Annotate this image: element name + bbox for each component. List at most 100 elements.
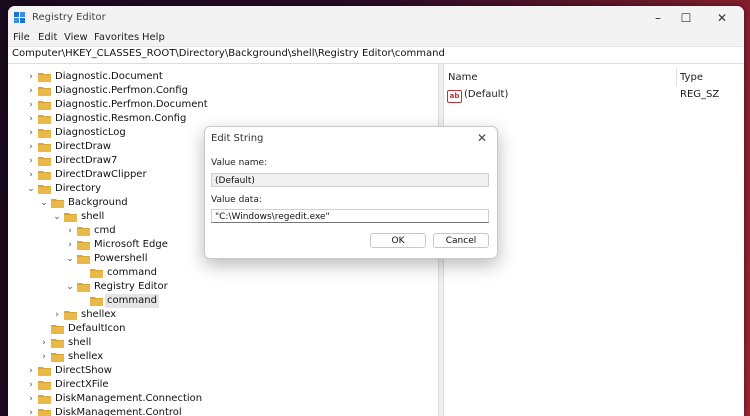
tree-item-label: DirectDraw7 [55, 155, 118, 166]
chevron-right-icon[interactable]: › [65, 224, 75, 238]
folder-icon [64, 311, 77, 320]
chevron-right-icon[interactable]: › [39, 336, 49, 350]
tree-item-label: Directory [55, 183, 102, 194]
folder-icon [38, 395, 51, 404]
chevron-right-icon[interactable]: › [26, 406, 36, 416]
tree-item[interactable]: DefaultIcon [8, 322, 438, 336]
tree-item[interactable]: › shellex [8, 350, 438, 364]
tree-item-label: shell [81, 211, 105, 222]
menu-edit[interactable]: Edit [38, 32, 57, 43]
folder-icon [51, 339, 64, 348]
chevron-right-icon[interactable]: › [26, 364, 36, 378]
folder-icon [38, 157, 51, 166]
chevron-down-icon[interactable]: ⌄ [52, 210, 62, 224]
value-type: REG_SZ [680, 89, 720, 100]
value-name: (Default) [464, 89, 509, 100]
title-bar[interactable]: Registry Editor – ☐ ✕ [8, 6, 744, 30]
string-value-icon: ab [447, 90, 462, 103]
folder-icon [38, 171, 51, 180]
tree-item-label: Background [68, 197, 128, 208]
tree-item[interactable]: › Diagnostic.Perfmon.Config [8, 84, 438, 98]
tree-item[interactable]: › DirectShow [8, 364, 438, 378]
tree-item-label: command [107, 267, 157, 278]
chevron-right-icon[interactable]: › [26, 392, 36, 406]
chevron-down-icon[interactable]: ⌄ [39, 196, 49, 210]
tree-item[interactable]: › shellex [8, 308, 438, 322]
tree-item-label: DiskManagement.Connection [55, 393, 203, 404]
value-name-label: Value name: [211, 158, 268, 168]
chevron-right-icon[interactable]: › [26, 378, 36, 392]
chevron-right-icon[interactable]: › [26, 98, 36, 112]
folder-icon [77, 255, 90, 264]
menu-file[interactable]: File [13, 32, 30, 43]
tree-item[interactable]: › Diagnostic.Perfmon.Document [8, 98, 438, 112]
address-path: Computer\HKEY_CLASSES_ROOT\Directory\Bac… [12, 48, 445, 59]
chevron-right-icon[interactable]: › [26, 168, 36, 182]
tree-item-label: Diagnostic.Perfmon.Document [55, 99, 208, 110]
tree-item-label: Registry Editor [94, 281, 168, 292]
menu-view[interactable]: View [64, 32, 88, 43]
chevron-right-icon[interactable]: › [26, 112, 36, 126]
chevron-down-icon[interactable]: ⌄ [65, 280, 75, 294]
value-data-input[interactable]: "C:\Windows\regedit.exe" [211, 209, 489, 223]
folder-icon [77, 283, 90, 292]
chevron-right-icon[interactable]: › [65, 238, 75, 252]
tree-item-label: command [105, 294, 159, 308]
folder-icon [38, 129, 51, 138]
tree-item[interactable]: command [8, 294, 438, 308]
folder-icon [90, 297, 103, 306]
tree-item[interactable]: › DirectXFile [8, 378, 438, 392]
chevron-down-icon[interactable]: ⌄ [26, 182, 36, 196]
window-title: Registry Editor [32, 12, 106, 23]
tree-item-label: DirectDraw [55, 141, 112, 152]
menu-help[interactable]: Help [142, 32, 165, 43]
menu-bar: File Edit View Favorites Help [8, 30, 744, 46]
tree-item[interactable]: › Diagnostic.Document [8, 70, 438, 84]
chevron-right-icon[interactable]: › [39, 350, 49, 364]
column-divider[interactable] [676, 68, 677, 86]
minimize-button[interactable]: – [648, 10, 668, 26]
column-header-name[interactable]: Name [448, 72, 478, 83]
folder-icon [51, 325, 64, 334]
column-header-type[interactable]: Type [680, 72, 703, 83]
chevron-right-icon[interactable]: › [26, 154, 36, 168]
tree-item-label: DiskManagement.Control [55, 407, 182, 416]
tree-item[interactable]: › DiskManagement.Control [8, 406, 438, 416]
chevron-right-icon[interactable]: › [52, 308, 62, 322]
folder-icon [38, 185, 51, 194]
tree-item-label: Diagnostic.Resmon.Config [55, 113, 187, 124]
folder-icon [51, 353, 64, 362]
value-row[interactable]: ab (Default) REG_SZ [444, 88, 744, 104]
tree-item[interactable]: ⌄ Registry Editor [8, 280, 438, 294]
folder-icon [90, 269, 103, 278]
chevron-right-icon[interactable]: › [26, 140, 36, 154]
folder-icon [38, 381, 51, 390]
tree-item-label: Diagnostic.Document [55, 71, 163, 82]
chevron-right-icon[interactable]: › [26, 84, 36, 98]
folder-icon [38, 73, 51, 82]
address-bar[interactable]: Computer\HKEY_CLASSES_ROOT\Directory\Bac… [8, 46, 744, 64]
cancel-button[interactable]: Cancel [433, 233, 489, 248]
maximize-button[interactable]: ☐ [676, 10, 696, 26]
tree-item-label: Powershell [94, 253, 148, 264]
tree-item-label: cmd [94, 225, 116, 236]
dialog-close-button[interactable]: ✕ [473, 129, 491, 147]
chevron-down-icon[interactable]: ⌄ [65, 252, 75, 266]
ok-button[interactable]: OK [370, 233, 426, 248]
tree-item-label: DirectShow [55, 365, 112, 376]
tree-item[interactable]: command [8, 266, 438, 280]
folder-icon [77, 241, 90, 250]
tree-item[interactable]: › Diagnostic.Resmon.Config [8, 112, 438, 126]
chevron-right-icon[interactable]: › [26, 70, 36, 84]
tree-item-label: Diagnostic.Perfmon.Config [55, 85, 188, 96]
folder-icon [51, 199, 64, 208]
menu-favorites[interactable]: Favorites [94, 32, 139, 43]
close-window-button[interactable]: ✕ [712, 10, 732, 26]
folder-icon [77, 227, 90, 236]
tree-item[interactable]: › shell [8, 336, 438, 350]
folder-icon [38, 409, 51, 416]
chevron-right-icon[interactable]: › [26, 126, 36, 140]
tree-item-label: DirectXFile [55, 379, 109, 390]
tree-item[interactable]: › DiskManagement.Connection [8, 392, 438, 406]
folder-icon [38, 87, 51, 96]
